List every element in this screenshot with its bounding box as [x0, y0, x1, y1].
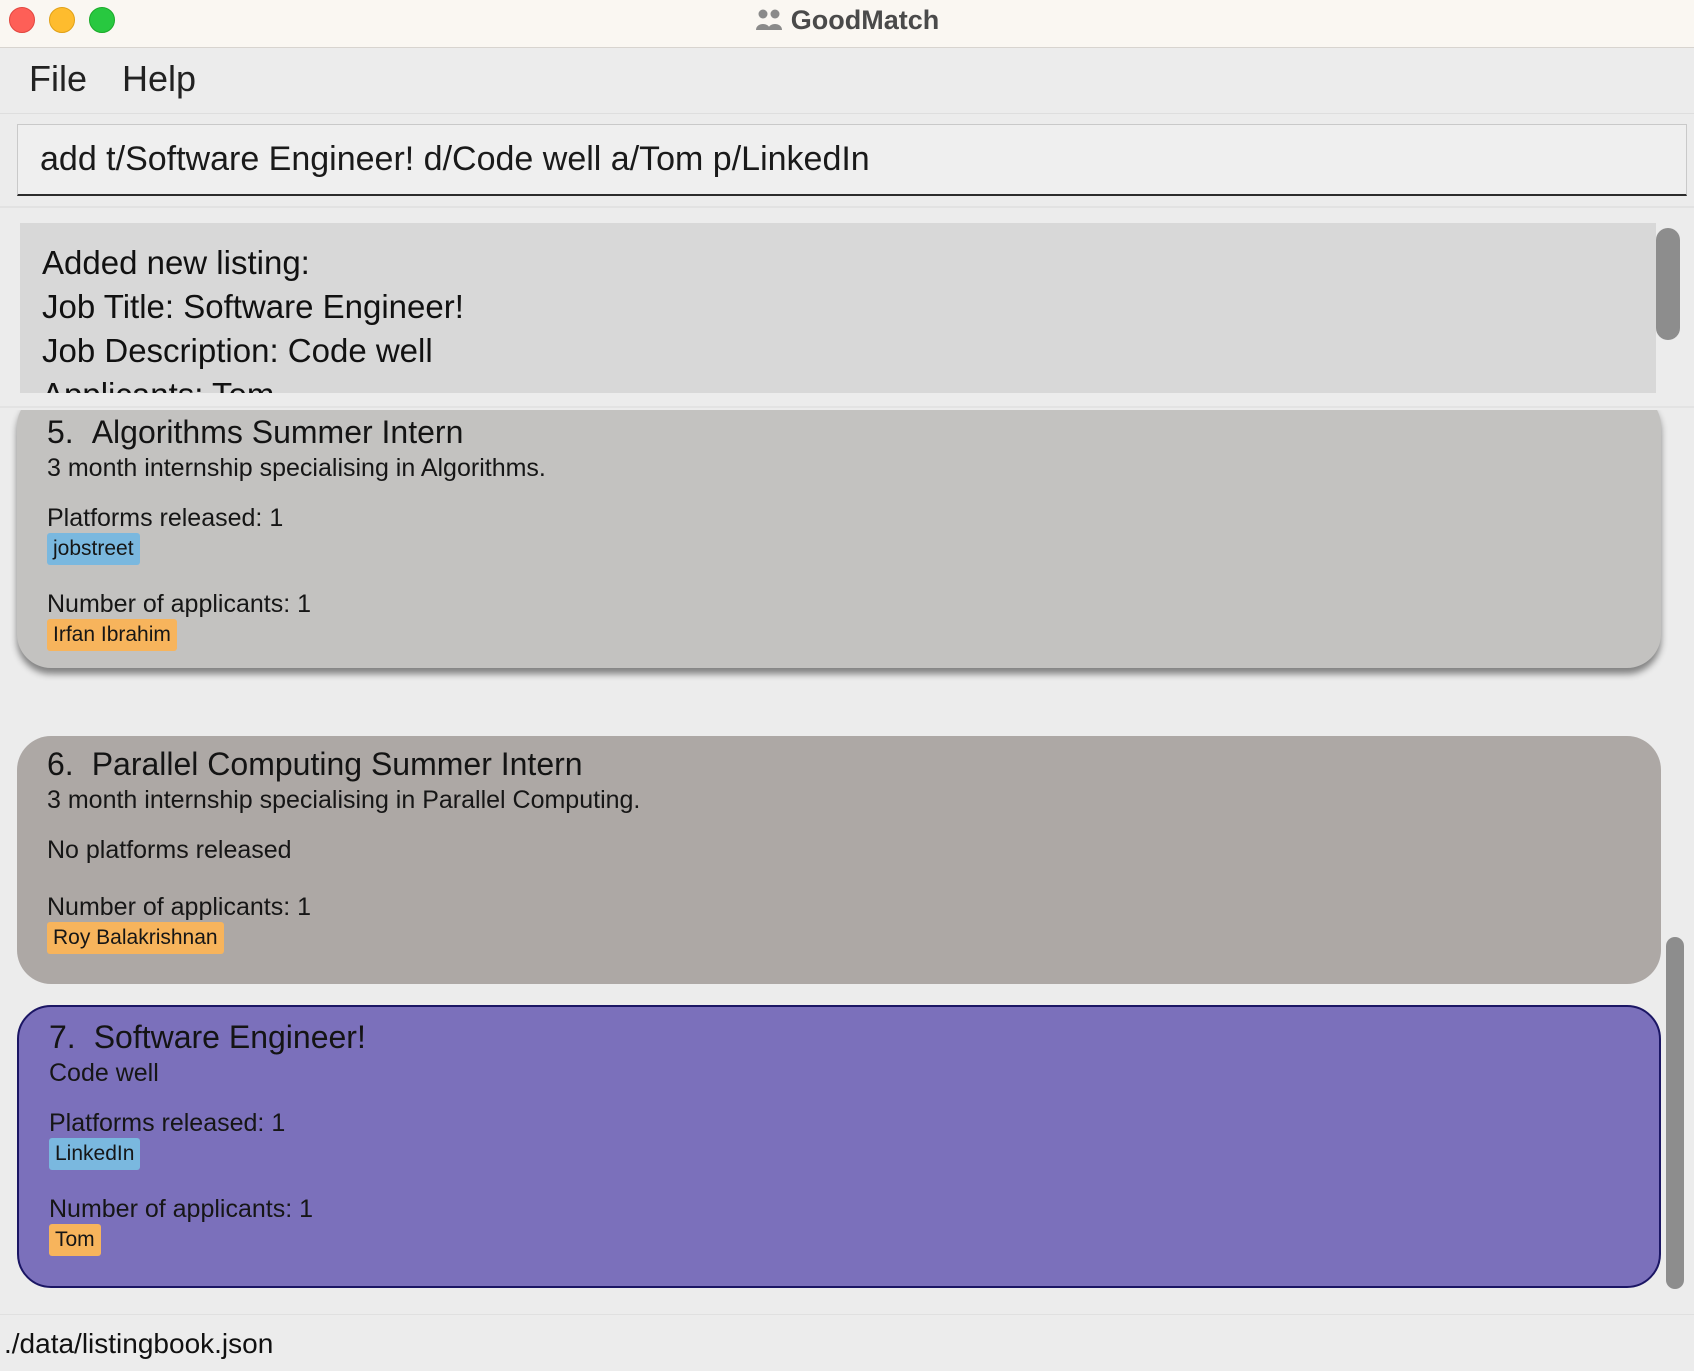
listing-index: 6. [47, 746, 74, 782]
window-title: GoodMatch [790, 4, 940, 35]
listing-title: Parallel Computing Summer Intern [91, 746, 583, 782]
platforms-label: Platforms released: 1 [47, 504, 284, 532]
applicant-tag: Tom [49, 1224, 101, 1256]
platform-tag: LinkedIn [49, 1138, 141, 1170]
listing-card[interactable]: 5. Algorithms Summer Intern 3 month inte… [17, 410, 1661, 668]
listing-title-row: 6. Parallel Computing Summer Intern [47, 746, 583, 783]
result-line: Job Description: Code well [42, 332, 433, 369]
menu-file[interactable]: File [29, 58, 87, 100]
result-line: Applicants: Tom [42, 373, 1634, 393]
window-title-group: GoodMatch [0, 0, 1694, 40]
status-bar: ./data/listingbook.json [0, 1314, 1694, 1371]
listing-title-row: 5. Algorithms Summer Intern [47, 414, 463, 451]
result-line: Job Title: Software Engineer! [42, 288, 464, 325]
applicants-label: Number of applicants: 1 [47, 893, 312, 921]
listing-title: Algorithms Summer Intern [91, 414, 464, 450]
applicants-label: Number of applicants: 1 [49, 1195, 314, 1223]
title-bar: GoodMatch [0, 0, 1694, 48]
applicants-label: Number of applicants: 1 [47, 590, 312, 618]
platform-tag: jobstreet [47, 533, 140, 565]
listing-description: 3 month internship specialising in Algor… [47, 454, 546, 482]
applicant-tag: Irfan Ibrahim [47, 619, 177, 651]
listing-description: Code well [49, 1059, 159, 1087]
storage-file-path: ./data/listingbook.json [4, 1328, 274, 1359]
menu-help[interactable]: Help [122, 58, 196, 100]
listing-index: 5. [47, 414, 74, 450]
result-display-panel: Added new listing: Job Title: Software E… [0, 208, 1694, 408]
result-scrollbar-thumb[interactable] [1656, 228, 1680, 340]
listing-index: 7. [49, 1019, 76, 1055]
listing-title-row: 7. Software Engineer! [49, 1019, 366, 1056]
people-icon [755, 9, 782, 30]
result-line: Added new listing: [42, 244, 310, 281]
listing-description: 3 month internship specialising in Paral… [47, 786, 641, 814]
listing-list[interactable]: 5. Algorithms Summer Intern 3 month inte… [0, 410, 1694, 1314]
result-display[interactable]: Added new listing: Job Title: Software E… [20, 223, 1656, 393]
listing-scrollbar-thumb[interactable] [1666, 937, 1684, 1289]
command-box-panel [0, 114, 1694, 208]
platforms-label: Platforms released: 1 [49, 1109, 286, 1137]
listing-title: Software Engineer! [93, 1019, 366, 1055]
menu-bar: File Help [0, 48, 1694, 114]
applicant-tag: Roy Balakrishnan [47, 922, 224, 954]
command-input[interactable] [17, 124, 1687, 196]
listing-card-selected[interactable]: 7. Software Engineer! Code well Platform… [17, 1005, 1661, 1288]
listing-card[interactable]: 6. Parallel Computing Summer Intern 3 mo… [17, 736, 1661, 984]
platforms-label: No platforms released [47, 836, 292, 864]
